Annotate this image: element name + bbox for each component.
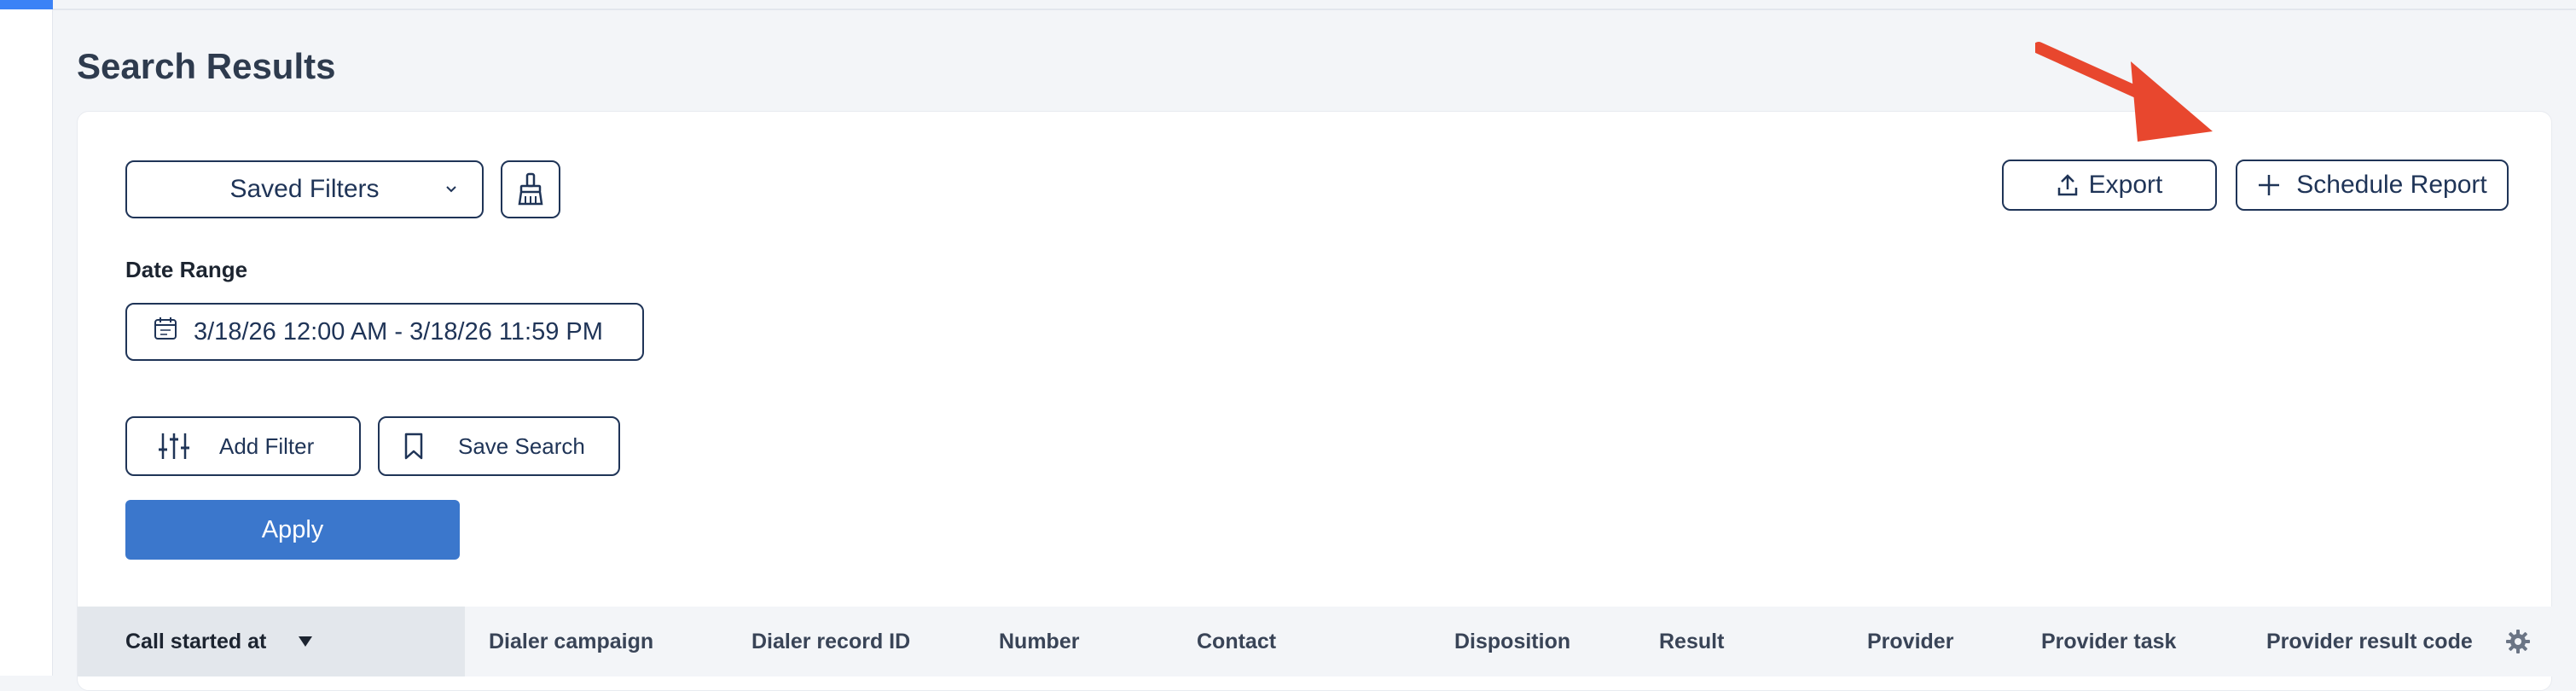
column-header-provider[interactable]: Provider [1867,607,1953,676]
plus-icon [2257,173,2281,197]
gear-icon[interactable] [2505,629,2531,654]
column-header-call-started-at[interactable]: Call started at [78,607,465,676]
column-header-disposition[interactable]: Disposition [1454,607,1570,676]
add-filter-button[interactable]: Add Filter [125,416,361,476]
table-header: Call started at Dialer campaign Dialer r… [78,607,2553,676]
date-range-label: Date Range [125,257,248,282]
annotation-arrow-icon [2035,42,2213,142]
broom-icon [516,172,545,206]
left-nav-rail [0,0,53,676]
date-range-input[interactable]: 3/18/26 12:00 AM - 3/18/26 11:59 PM [125,303,644,361]
top-divider [53,9,2576,10]
column-header-contact[interactable]: Contact [1197,607,1276,676]
upload-icon [2057,173,2079,197]
page-title: Search Results [77,46,336,86]
column-header-provider-task[interactable]: Provider task [2041,607,2176,676]
sliders-icon [158,432,190,461]
clear-filters-button[interactable] [501,160,560,218]
caret-down-icon [297,630,314,654]
column-header-dialer-campaign[interactable]: Dialer campaign [489,607,653,676]
chevron-down-icon [443,181,460,198]
save-search-label: Save Search [458,433,585,459]
bookmark-icon [403,433,424,460]
column-header-label: Call started at [125,629,267,653]
schedule-report-button[interactable]: Schedule Report [2236,160,2509,211]
add-filter-label: Add Filter [219,433,315,459]
date-range-value: 3/18/26 12:00 AM - 3/18/26 11:59 PM [194,317,603,346]
column-header-result[interactable]: Result [1659,607,1724,676]
saved-filters-dropdown[interactable]: Saved Filters [125,160,484,218]
save-search-button[interactable]: Save Search [378,416,620,476]
saved-filters-label: Saved Filters [229,175,380,203]
apply-button[interactable]: Apply [125,500,460,560]
column-header-number[interactable]: Number [999,607,1079,676]
search-panel: Saved Filters Export Schedule Report Dat… [77,111,2553,691]
schedule-report-label: Schedule Report [2296,171,2487,199]
column-header-provider-result-code[interactable]: Provider result code [2266,607,2473,676]
column-header-dialer-record-id[interactable]: Dialer record ID [751,607,910,676]
export-button[interactable]: Export [2002,160,2217,211]
active-nav-indicator [0,0,53,9]
export-label: Export [2088,171,2163,199]
calendar-icon [153,316,178,348]
